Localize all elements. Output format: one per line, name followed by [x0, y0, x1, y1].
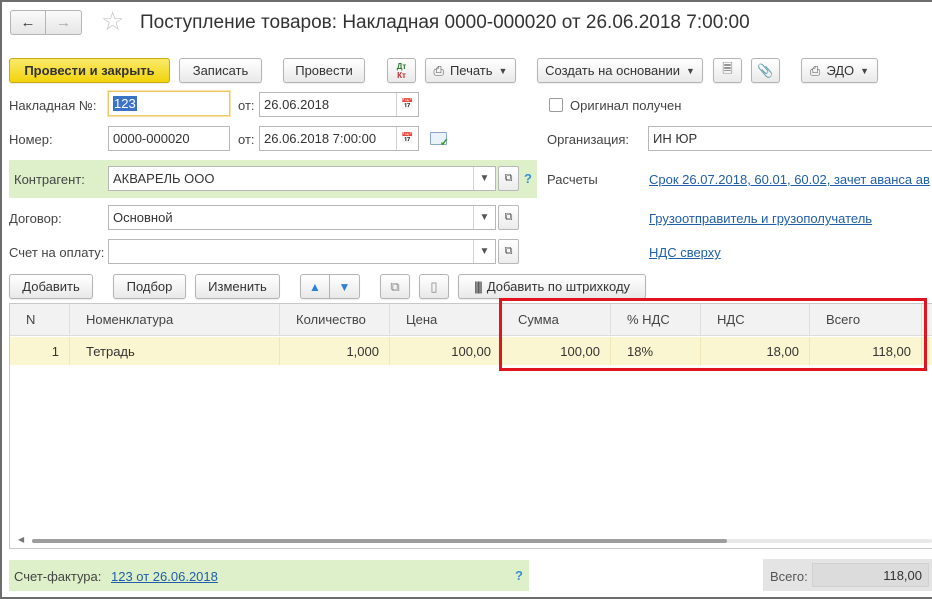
paste-button[interactable]: ▯	[419, 274, 449, 299]
dt-kt-button[interactable]: Дт Кт	[387, 58, 416, 83]
calendar-icon[interactable]: 📅	[396, 127, 418, 150]
doc-datetime-input[interactable]: 26.06.2018 7:00:00 📅	[259, 126, 419, 151]
arrow-down-icon: ▼	[338, 279, 351, 294]
highlight-annotation-box	[499, 298, 927, 371]
counterparty-help-icon[interactable]: ?	[524, 171, 532, 186]
vat-on-top-link[interactable]: НДС сверху	[649, 245, 721, 260]
contract-input[interactable]: Основной ▼	[108, 205, 496, 230]
invoice-date-input[interactable]: 26.06.2018 📅	[259, 92, 419, 117]
contract-value: Основной	[113, 210, 173, 225]
calendar-icon[interactable]: 📅	[396, 93, 418, 116]
document-icon: 🗏	[722, 60, 733, 76]
open-payment-invoice-button[interactable]: ⧉	[498, 239, 519, 264]
open-contract-button[interactable]: ⧉	[498, 205, 519, 230]
dropdown-arrow-icon[interactable]: ▼	[473, 206, 495, 229]
payment-invoice-input[interactable]: ▼	[108, 239, 496, 264]
sf-link[interactable]: 123 от 26.06.2018	[111, 569, 218, 584]
open-link-icon: ⧉	[504, 172, 513, 184]
settlements-link[interactable]: Срок 26.07.2018, 60.01, 60.02, зачет ава…	[649, 172, 930, 187]
open-link-icon: ⧉	[504, 211, 513, 223]
counterparty-value: АКВАРЕЛЬ ООО	[113, 171, 215, 186]
create-based-on-button[interactable]: Создать на основании ▼	[537, 58, 703, 83]
attach-button[interactable]: 📎	[751, 58, 780, 83]
scroll-left-icon[interactable]: ◀	[18, 535, 24, 544]
post-button[interactable]: Провести	[283, 58, 365, 83]
invoice-number-input[interactable]: 123	[108, 91, 230, 116]
cell-n[interactable]: 1	[10, 337, 70, 365]
copy-button[interactable]: ⧉	[380, 274, 410, 299]
open-link-icon: ⧉	[504, 245, 513, 257]
col-header-price[interactable]: Цена	[390, 304, 502, 336]
invoice-date-label: от:	[238, 98, 255, 113]
favorite-star-icon[interactable]: ☆	[101, 8, 124, 34]
contract-label: Договор:	[9, 211, 62, 226]
arrow-up-icon: ▲	[309, 279, 321, 294]
forward-button[interactable]: →	[46, 10, 82, 35]
move-up-button[interactable]: ▲	[300, 274, 330, 299]
save-button[interactable]: Записать	[179, 58, 262, 83]
counterparty-input[interactable]: АКВАРЕЛЬ ООО ▼	[108, 166, 496, 191]
paperclip-icon: 📎	[757, 62, 774, 78]
number-label: Номер:	[9, 132, 53, 147]
cell-price[interactable]: 100,00	[390, 337, 502, 365]
organization-label: Организация:	[547, 132, 630, 147]
edo-label: ЭДО	[826, 63, 855, 78]
copy-icon: ⧉	[390, 278, 400, 294]
chevron-down-icon: ▼	[685, 65, 695, 76]
change-button[interactable]: Изменить	[195, 274, 280, 299]
page-title: Поступление товаров: Накладная 0000-0000…	[140, 12, 750, 33]
arrow-right-icon: →	[56, 14, 71, 31]
printer-icon: ⎙	[433, 62, 444, 78]
cell-nomenclature[interactable]: Тетрадь	[70, 337, 280, 365]
dropdown-arrow-icon[interactable]: ▼	[473, 167, 495, 190]
document-button[interactable]: 🗏	[713, 58, 742, 83]
paste-icon: ▯	[430, 278, 438, 294]
counterparty-label: Контрагент:	[14, 172, 85, 187]
sf-label: Счет-фактура:	[14, 569, 102, 584]
organization-input[interactable]: ИН ЮР	[648, 126, 932, 151]
chevron-down-icon: ▼	[498, 65, 508, 76]
dtkt-icon-bottom: Кт	[397, 70, 406, 80]
total-value: 118,00	[812, 563, 929, 587]
barcode-icon: |||||	[473, 279, 483, 294]
col-header-quantity[interactable]: Количество	[280, 304, 390, 336]
payment-invoice-label: Счет на оплату:	[9, 245, 105, 260]
footer-help-icon[interactable]: ?	[515, 568, 523, 583]
add-by-barcode-label: Добавить по штрихкоду	[486, 279, 631, 294]
invoice-number-value: 123	[113, 96, 137, 111]
move-down-button[interactable]: ▼	[330, 274, 360, 299]
shipper-consignee-link[interactable]: Грузоотправитель и грузополучатель	[649, 211, 872, 226]
edo-icon: ⎙	[809, 62, 821, 78]
doc-datetime-value: 26.06.2018 7:00:00	[264, 131, 377, 146]
settlements-label: Расчеты	[547, 172, 598, 187]
add-by-barcode-button[interactable]: ||||| Добавить по штрихкоду	[458, 274, 646, 299]
col-header-n[interactable]: N	[10, 304, 70, 336]
total-label: Всего:	[770, 569, 808, 584]
scrollbar-thumb[interactable]	[32, 539, 727, 543]
col-header-nomenclature[interactable]: Номенклатура	[70, 304, 280, 336]
dropdown-arrow-icon[interactable]: ▼	[473, 240, 495, 263]
original-received-checkbox[interactable]	[549, 98, 563, 112]
original-received-label: Оригинал получен	[570, 98, 682, 113]
post-and-close-button[interactable]: Провести и закрыть	[9, 58, 170, 83]
chevron-down-icon: ▼	[860, 65, 870, 76]
add-row-button[interactable]: Добавить	[9, 274, 93, 299]
create-based-label: Создать на основании	[545, 63, 680, 78]
dtkt-icon-top: Дт	[396, 61, 407, 71]
print-label: Печать	[449, 63, 493, 78]
edo-button[interactable]: ⎙ ЭДО ▼	[801, 58, 878, 83]
invoice-date-value: 26.06.2018	[264, 97, 330, 112]
invoice-number-label: Накладная №:	[9, 98, 97, 113]
number-input[interactable]: 0000-000020	[108, 126, 230, 151]
arrow-left-icon: ←	[20, 14, 36, 31]
horizontal-scrollbar[interactable]: ◀	[10, 535, 932, 545]
doc-date-label: от:	[238, 132, 255, 147]
edit-status-icon: ✓	[430, 132, 449, 149]
back-button[interactable]: ←	[10, 10, 46, 35]
cell-quantity[interactable]: 1,000	[280, 337, 390, 365]
pick-button[interactable]: Подбор	[113, 274, 186, 299]
open-counterparty-button[interactable]: ⧉	[498, 166, 519, 191]
print-button[interactable]: ⎙ Печать ▼	[425, 58, 516, 83]
